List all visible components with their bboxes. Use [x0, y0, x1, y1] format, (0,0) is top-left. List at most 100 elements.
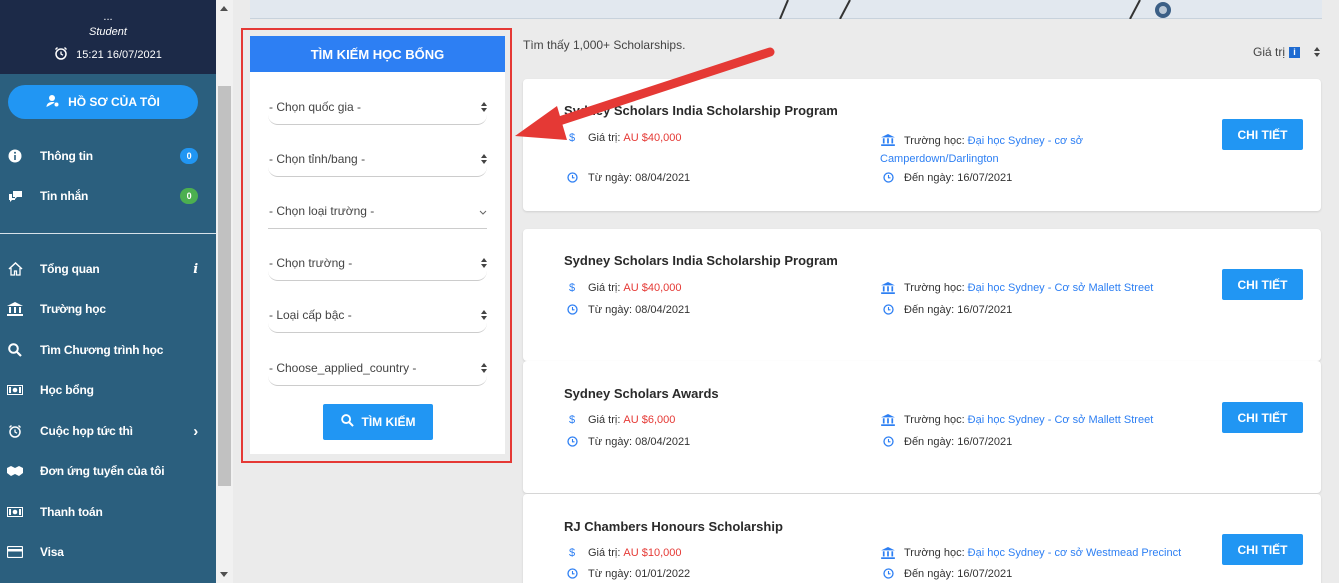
sidebar-item-instant-meeting[interactable]: Cuộc họp tức thì › — [0, 416, 216, 446]
from-date-row: Từ ngày: 01/01/2022 — [564, 568, 690, 580]
value-label: Giá trị: — [588, 282, 621, 294]
clock-icon — [880, 172, 896, 183]
scholarship-card: RJ Chambers Honours Scholarship $ Giá tr… — [523, 494, 1321, 583]
to-date: 16/07/2021 — [957, 304, 1013, 316]
school-label: Trường học: — [904, 282, 965, 294]
to-date-row: Đến ngày: 16/07/2021 — [880, 304, 1012, 316]
to-date: 16/07/2021 — [957, 172, 1013, 184]
clock-icon — [564, 568, 580, 579]
user-settings-icon — [46, 94, 60, 111]
sidebar-item-label: Trường học — [40, 302, 106, 316]
dollar-icon: $ — [568, 282, 576, 294]
value-label: Giá trị: — [588, 547, 621, 559]
sidebar-item-payment[interactable]: Thanh toán — [0, 497, 216, 527]
building-icon — [880, 414, 896, 426]
scholarship-card: Sydney Scholars Awards $ Giá trị: AU $6,… — [523, 361, 1321, 493]
building-icon — [880, 282, 896, 294]
dollar-icon: $ — [568, 547, 576, 559]
school-row: Trường học: Đại học Sydney - cơ sở Westm… — [880, 547, 1181, 559]
alarm-icon — [7, 424, 23, 438]
credit-card-icon — [7, 546, 23, 558]
from-date-row: Từ ngày: 08/04/2021 — [564, 436, 690, 448]
sort-arrows-icon — [1314, 47, 1321, 57]
school-link[interactable]: Đại học Sydney - cơ sở Westmead Precinct — [968, 547, 1182, 559]
highlight-box — [241, 28, 512, 463]
sidebar-item-messages[interactable]: Tin nhắn 0 — [0, 181, 216, 211]
value-row: $ Giá trị: AU $10,000 — [564, 547, 682, 559]
sidebar-item-visa[interactable]: Visa — [0, 537, 216, 567]
scroll-thumb[interactable] — [218, 86, 231, 486]
to-date: 16/07/2021 — [957, 568, 1013, 580]
sidebar-item-label: Thanh toán — [40, 505, 103, 519]
sidebar-item-overview[interactable]: Tổng quan i — [0, 254, 216, 284]
sort-info-icon: i — [1289, 46, 1301, 58]
dollar-icon: $ — [568, 414, 576, 426]
sidebar: ... Student 15:21 16/07/2021 HỒ SƠ CỦA T… — [0, 0, 216, 583]
detail-button[interactable]: CHI TIẾT — [1222, 269, 1303, 300]
from-label: Từ ngày: — [588, 172, 633, 184]
from-label: Từ ngày: — [588, 304, 633, 316]
sidebar-item-label: Visa — [40, 545, 64, 559]
from-date-row: Từ ngày: 08/04/2021 — [564, 172, 690, 184]
to-label: Đến ngày: — [904, 568, 955, 580]
sidebar-divider — [0, 233, 216, 234]
scholarship-title: Sydney Scholars India Scholarship Progra… — [564, 253, 838, 268]
clock-row: 15:21 16/07/2021 — [0, 46, 216, 63]
user-role: Student — [89, 26, 127, 38]
to-label: Đến ngày: — [904, 304, 955, 316]
school-link[interactable]: Đại học Sydney - Cơ sở Mallett Street — [968, 282, 1154, 294]
detail-button[interactable]: CHI TIẾT — [1222, 534, 1303, 565]
from-date-row: Từ ngày: 08/04/2021 — [564, 304, 690, 316]
detail-button[interactable]: CHI TIẾT — [1222, 402, 1303, 433]
sidebar-item-info[interactable]: Thông tin 0 — [0, 141, 216, 171]
value-row: $ Giá trị: AU $40,000 — [564, 282, 682, 294]
to-date: 16/07/2021 — [957, 436, 1013, 448]
value-amount: AU $10,000 — [623, 547, 682, 559]
clock-icon — [880, 436, 896, 447]
detail-button[interactable]: CHI TIẾT — [1222, 119, 1303, 150]
alarm-clock-icon — [54, 46, 68, 63]
scroll-down-arrow-icon[interactable] — [220, 572, 228, 577]
school-row: Trường học: Đại học Sydney - Cơ sở Malle… — [880, 414, 1153, 426]
scholarship-title: RJ Chambers Honours Scholarship — [564, 519, 783, 534]
sidebar-item-label: Thông tin — [40, 149, 93, 163]
info-italic-icon[interactable]: i — [193, 262, 198, 277]
money-icon — [7, 385, 23, 395]
info-icon — [7, 149, 23, 163]
clock-icon — [564, 304, 580, 315]
to-label: Đến ngày: — [904, 436, 955, 448]
from-date: 08/04/2021 — [635, 172, 691, 184]
from-label: Từ ngày: — [588, 436, 633, 448]
chat-icon — [7, 190, 23, 203]
info-count-badge: 0 — [180, 148, 198, 164]
sidebar-item-scholarships[interactable]: Học bổng — [0, 375, 216, 405]
sidebar-item-label: Cuộc họp tức thì — [40, 424, 133, 438]
school-row: Trường học: Đại học Sydney - cơ sở Camper… — [880, 132, 1110, 168]
chevron-right-icon: › — [193, 422, 198, 440]
from-date: 08/04/2021 — [635, 436, 691, 448]
sidebar-item-schools[interactable]: Trường học — [0, 294, 216, 324]
school-link[interactable]: Đại học Sydney - Cơ sở Mallett Street — [968, 414, 1154, 426]
sidebar-item-find-programs[interactable]: Tìm Chương trình học — [0, 335, 216, 365]
sidebar-scrollbar[interactable] — [216, 0, 233, 583]
value-amount: AU $6,000 — [623, 414, 676, 426]
sidebar-item-label: Đơn ứng tuyển của tôi — [40, 464, 165, 478]
value-row: $ Giá trị: AU $6,000 — [564, 414, 675, 426]
to-date-row: Đến ngày: 16/07/2021 — [880, 568, 1012, 580]
from-date: 01/01/2022 — [635, 568, 691, 580]
school-label: Trường học: — [904, 414, 965, 426]
building-icon — [880, 547, 896, 559]
sort-select[interactable]: Giá trị i — [1253, 45, 1321, 59]
my-profile-label: HỒ SƠ CỦA TÔI — [68, 95, 160, 109]
user-name: ... — [103, 11, 113, 23]
sidebar-item-applications[interactable]: Đơn ứng tuyển của tôi — [0, 456, 216, 486]
sidebar-item-label: Học bổng — [40, 383, 94, 397]
cash-icon — [7, 507, 23, 517]
my-profile-button[interactable]: HỒ SƠ CỦA TÔI — [8, 85, 198, 119]
scholarship-card: Sydney Scholars India Scholarship Progra… — [523, 229, 1321, 361]
scroll-up-arrow-icon[interactable] — [220, 6, 228, 11]
building-icon — [880, 134, 896, 146]
handshake-icon — [7, 465, 23, 477]
scholarship-title: Sydney Scholars Awards — [564, 386, 719, 401]
sidebar-item-label: Tổng quan — [40, 262, 100, 276]
